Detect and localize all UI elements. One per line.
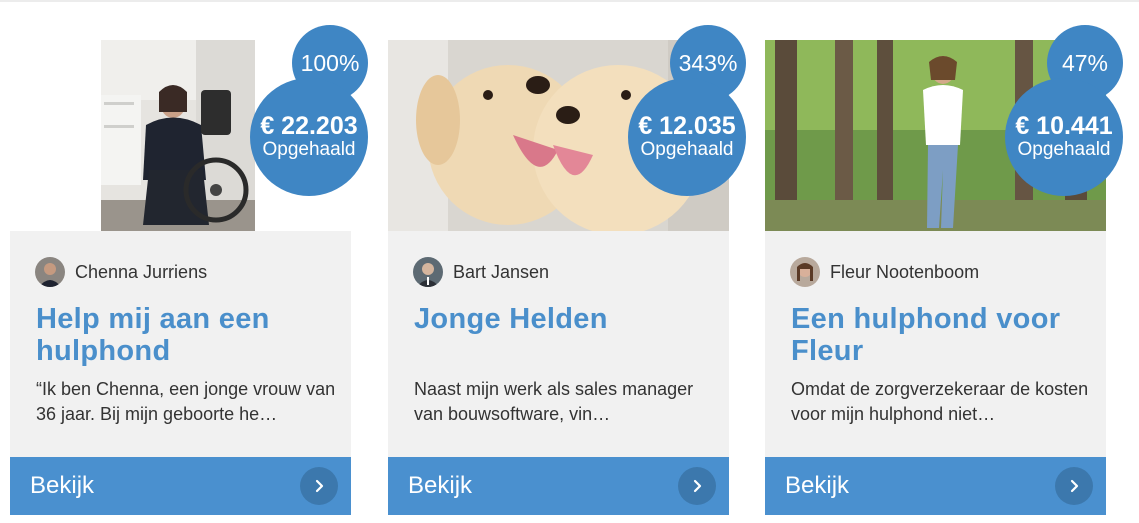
campaign-card: 343% € 12.035 Opgehaald Bart Jansen Jong… [388, 25, 746, 515]
campaign-body: Chenna Jurriens Help mij aan een hulphon… [10, 231, 351, 457]
owner-name: Chenna Jurriens [75, 261, 208, 282]
amount-raised: € 22.203 [260, 112, 358, 140]
campaign-body: Bart Jansen Jonge Helden Naast mijn werk… [388, 231, 729, 457]
avatar [790, 257, 820, 287]
button-label: Bekijk [785, 472, 850, 499]
chevron-right-icon[interactable] [678, 467, 716, 505]
amount-raised-badge: € 12.035 Opgehaald [628, 78, 746, 196]
raised-label: Opgehaald [1017, 139, 1111, 160]
avatar [413, 257, 443, 287]
campaign-title[interactable]: Help mij aan een hulphond [36, 303, 336, 367]
avatar [35, 257, 65, 287]
view-campaign-button[interactable]: Bekijk [388, 457, 729, 515]
button-label: Bekijk [408, 472, 473, 499]
campaign-title[interactable]: Een hulphond voor Fleur [791, 303, 1091, 367]
campaign-owner[interactable]: Chenna Jurriens [35, 257, 207, 287]
campaign-title[interactable]: Jonge Helden [414, 303, 714, 335]
raised-label: Opgehaald [640, 139, 734, 160]
owner-name: Fleur Nootenboom [830, 261, 980, 282]
raised-label: Opgehaald [262, 139, 356, 160]
amount-raised-badge: € 22.203 Opgehaald [250, 78, 368, 196]
amount-raised: € 12.035 [638, 112, 736, 140]
campaign-description: Naast mijn werk als sales manager van bo… [414, 379, 694, 424]
campaign-card: 47% € 10.441 Opgehaald Fleur Nootenboom … [765, 25, 1123, 515]
campaign-description: Omdat de zorgverzekeraar de kosten voor … [791, 379, 1089, 424]
campaign-body: Fleur Nootenboom Een hulphond voor Fleur… [765, 231, 1106, 457]
chevron-right-icon[interactable] [300, 467, 338, 505]
campaign-card: 100% € 22.203 Opgehaald Chenna Jurriens … [10, 25, 368, 515]
amount-raised-badge: € 10.441 Opgehaald [1005, 78, 1123, 196]
campaign-photo[interactable] [101, 40, 255, 231]
chevron-right-icon[interactable] [1055, 467, 1093, 505]
top-divider [0, 0, 1139, 2]
amount-raised: € 10.441 [1015, 112, 1113, 140]
owner-name: Bart Jansen [453, 261, 550, 282]
view-campaign-button[interactable]: Bekijk [765, 457, 1106, 515]
campaign-owner[interactable]: Bart Jansen [413, 257, 549, 287]
button-label: Bekijk [30, 472, 95, 499]
campaign-description: “Ik ben Chenna, een jonge vrouw van 36 j… [36, 379, 336, 424]
view-campaign-button[interactable]: Bekijk [10, 457, 351, 515]
campaign-owner[interactable]: Fleur Nootenboom [790, 257, 979, 287]
